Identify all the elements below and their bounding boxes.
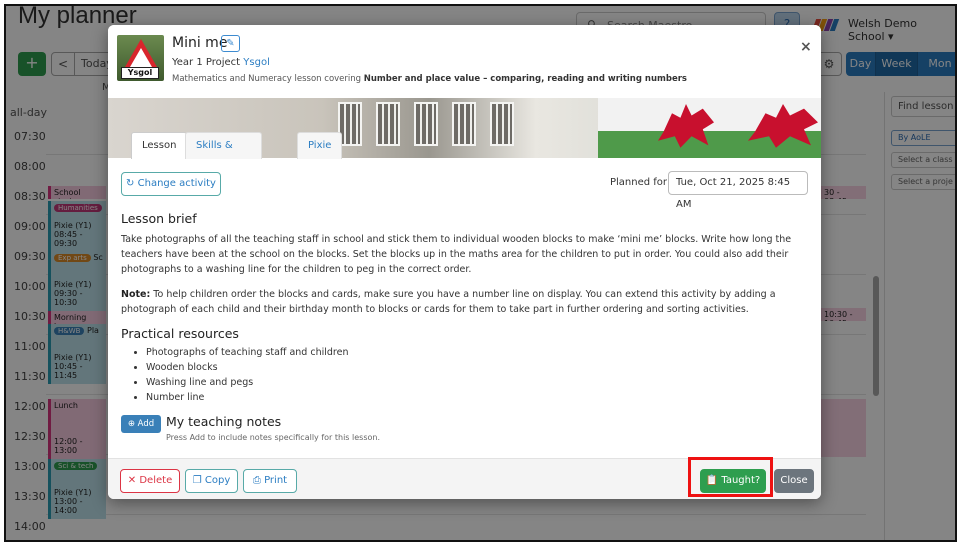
highlight-box <box>688 457 773 497</box>
copy-label: Copy <box>204 475 231 486</box>
welsh-flag-icon <box>598 98 821 158</box>
printer-icon: ⎙ <box>252 475 261 486</box>
lesson-description: Mathematics and Numeracy lesson covering… <box>172 74 687 84</box>
tab-skills-knowledge[interactable]: Skills & Knowledge <box>185 132 262 176</box>
edit-icon[interactable]: ✎ <box>221 35 240 52</box>
note-label: Note: <box>121 289 151 300</box>
teaching-notes-title: My teaching notes <box>166 414 282 429</box>
year-project: Year 1 Project <box>172 57 241 68</box>
note-text: To help children order the blocks and ca… <box>121 289 776 315</box>
close-button[interactable]: Close <box>774 469 814 493</box>
copy-icon: ❐ <box>192 475 202 486</box>
copy-button[interactable]: ❐ Copy <box>185 469 238 493</box>
print-button[interactable]: ⎙ Print <box>243 469 297 493</box>
screenshot-frame: My planner ⚲ Search Maestro ? Welsh Demo… <box>4 4 957 542</box>
lesson-modal: Ysgol Mini me ✎ Year 1 Project Ysgol Mat… <box>108 25 821 499</box>
modal-header: Ysgol Mini me ✎ Year 1 Project Ysgol Mat… <box>108 25 821 94</box>
banner-window <box>452 102 476 146</box>
project-link[interactable]: Ysgol <box>243 57 270 68</box>
banner-window <box>414 102 438 146</box>
sign-text: Ysgol <box>121 67 159 79</box>
list-item: Number line <box>146 390 348 405</box>
warning-sign-inner <box>130 48 152 67</box>
change-activity-button[interactable]: ↻ Change activity <box>121 172 221 196</box>
resources-list: Photographs of teaching staff and childr… <box>136 345 348 405</box>
modal-body: ↻ Change activity Planned for Tue, Oct 2… <box>108 159 821 458</box>
delete-label: Delete <box>139 475 173 486</box>
desc-prefix: Mathematics and Numeracy lesson covering <box>172 74 362 84</box>
lesson-brief-title: Lesson brief <box>121 211 197 226</box>
change-activity-label: Change activity <box>137 178 216 189</box>
close-icon[interactable]: × <box>800 39 812 55</box>
lesson-thumbnail: Ysgol <box>117 35 164 81</box>
add-note-button[interactable]: ⊕ Add <box>121 415 161 433</box>
lesson-note: Note: To help children order the blocks … <box>121 287 811 317</box>
refresh-icon: ↻ <box>126 178 135 189</box>
lesson-title: Mini me <box>172 35 228 51</box>
close-icon: ✕ <box>127 475 137 486</box>
print-label: Print <box>264 475 288 486</box>
tab-pixie[interactable]: Pixie (Y1) <box>297 132 343 176</box>
list-item: Wooden blocks <box>146 360 348 375</box>
lesson-subtitle: Year 1 Project Ysgol <box>172 57 270 68</box>
add-note-label: Add <box>137 419 155 429</box>
banner-window <box>376 102 400 146</box>
desc-topic: Number and place value – comparing, read… <box>363 74 687 84</box>
planned-for-input[interactable]: Tue, Oct 21, 2025 8:45 AM <box>668 171 808 210</box>
list-item: Washing line and pegs <box>146 375 348 390</box>
dragon-icon <box>658 104 714 148</box>
planned-for-label: Planned for <box>610 177 668 188</box>
practical-resources-title: Practical resources <box>121 326 239 341</box>
banner-window <box>490 102 514 146</box>
dragon-icon <box>748 104 818 148</box>
plus-circle-icon: ⊕ <box>127 419 135 429</box>
lesson-brief-text: Take photographs of all the teaching sta… <box>121 234 792 275</box>
delete-button[interactable]: ✕ Delete <box>120 469 180 493</box>
tab-lesson[interactable]: Lesson <box>131 132 188 159</box>
teaching-notes-hint: Press Add to include notes specifically … <box>166 433 380 442</box>
list-item: Photographs of teaching staff and childr… <box>146 345 348 360</box>
